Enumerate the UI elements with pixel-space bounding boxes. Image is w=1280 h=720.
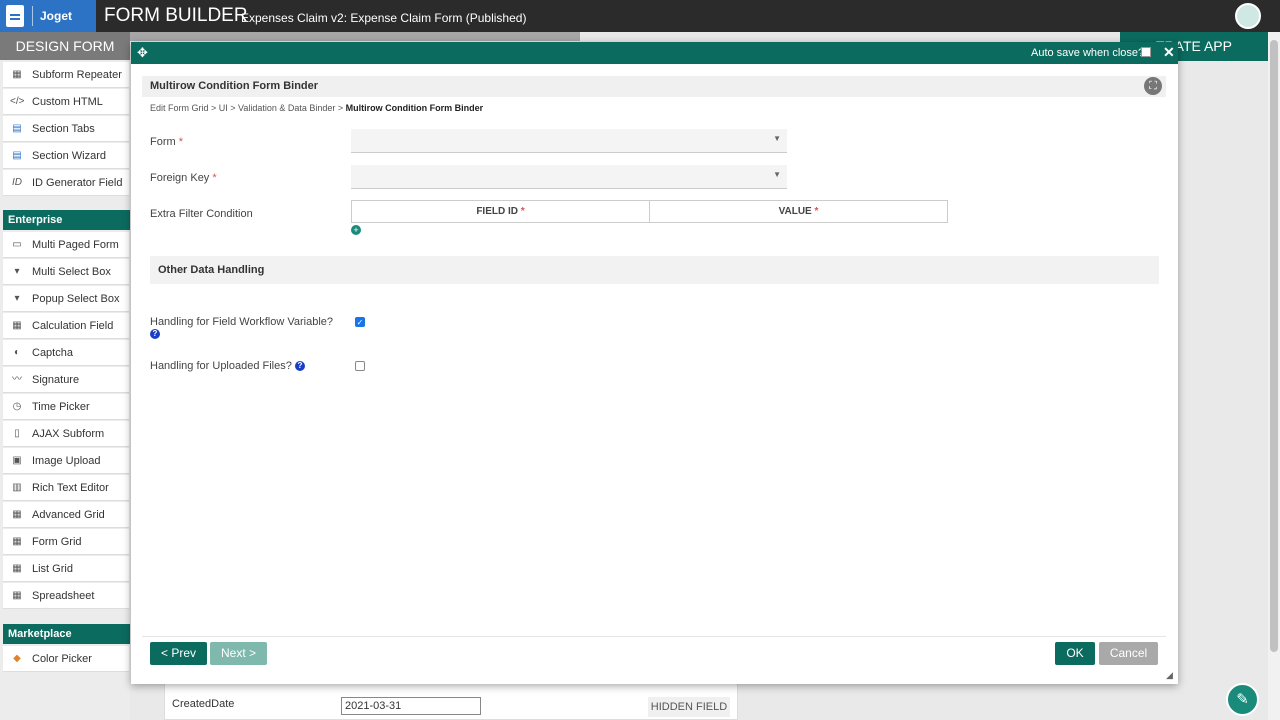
created-date-input[interactable]: 2021-03-31 — [341, 697, 481, 715]
palette-item-time-picker[interactable]: ◷ Time Picker — [3, 394, 129, 420]
palette-sidebar: ▦ Subform Repeater </> Custom HTML ▤ Sectio… — [0, 60, 130, 720]
document-icon — [6, 5, 24, 27]
page-scrollbar[interactable] — [1268, 32, 1280, 720]
palette-item-section-wizard[interactable]: ▤ Section Wizard — [3, 143, 129, 169]
scrollbar-thumb[interactable] — [1270, 40, 1278, 652]
other-data-handling-header: Other Data Handling — [150, 256, 1159, 284]
cancel-button[interactable]: Cancel — [1099, 642, 1158, 665]
add-row-icon[interactable]: + — [351, 225, 361, 235]
file-icon: ▯ — [14, 427, 20, 439]
palette-item-popup-select-box[interactable]: ▾ Popup Select Box — [3, 286, 129, 312]
signature-icon: 〰 — [12, 373, 22, 385]
created-date-label: CreatedDate — [172, 698, 235, 710]
ok-button[interactable]: OK — [1055, 642, 1095, 665]
wf-var-checkbox[interactable]: ✓ — [355, 317, 365, 327]
palette-item-signature[interactable]: 〰 Signature — [3, 367, 129, 393]
palette-item-list-grid[interactable]: ▦ List Grid — [3, 556, 129, 582]
code-icon: </> — [10, 95, 25, 107]
close-icon[interactable]: ✕ — [1163, 44, 1175, 61]
palette-item-multi-paged-form[interactable]: ▭ Multi Paged Form — [3, 232, 129, 258]
extra-filter-label: Extra Filter Condition — [150, 208, 253, 220]
wizard-icon: ▤ — [12, 149, 22, 161]
wf-var-label: Handling for Field Workflow Variable?? — [150, 316, 334, 340]
palette-item-ajax-subform[interactable]: ▯ AJAX Subform — [3, 421, 129, 447]
filter-grid-header: FIELD ID * VALUE * — [351, 200, 948, 223]
layers-icon: ◆ — [13, 652, 21, 664]
popup-icon: ▾ — [14, 292, 20, 304]
app-subtitle: Expenses Claim v2: Expense Claim Form (P… — [241, 11, 527, 25]
palette-item-color-picker[interactable]: ◆ Color Picker — [3, 646, 129, 672]
palette-item-calculation-field[interactable]: ▦ Calculation Field — [3, 313, 129, 339]
grid-col-field-id: FIELD ID * — [476, 206, 525, 217]
uploaded-files-label: Handling for Uploaded Files? ? — [150, 360, 305, 372]
image-icon: ▣ — [12, 454, 22, 466]
dialog-footer-divider — [142, 636, 1166, 637]
panel-title: Multirow Condition Form Binder — [150, 80, 319, 92]
breadcrumb: Edit Form Grid > UI > Validation & Data … — [150, 103, 484, 113]
form-icon: ▭ — [12, 238, 22, 250]
form-select[interactable]: ▼ — [351, 129, 787, 153]
help-icon[interactable]: ? — [294, 361, 305, 372]
grid-icon: ▦ — [12, 535, 22, 547]
fullscreen-icon[interactable]: ⛶ — [1144, 77, 1162, 95]
tabs-icon: ▤ — [12, 122, 22, 134]
edit-pencil-button[interactable]: ✎ — [1226, 683, 1259, 716]
palette-item-rich-text-editor[interactable]: ▥ Rich Text Editor — [3, 475, 129, 501]
panel-header: Multirow Condition Form Binder ⛶ — [142, 76, 1166, 97]
tab-design-form[interactable]: DESIGN FORM — [0, 32, 130, 60]
uploaded-files-checkbox[interactable] — [355, 361, 365, 371]
property-dialog: ✥ Auto save when close? ✕ Multirow Condi… — [131, 42, 1178, 684]
foreign-key-select[interactable]: ▼ — [351, 165, 787, 189]
id-icon: ID — [12, 176, 22, 188]
foreign-key-label: Foreign Key * — [150, 172, 217, 184]
palette-item-form-grid[interactable]: ▦ Form Grid — [3, 529, 129, 555]
grid-icon: ▦ — [12, 508, 22, 520]
user-avatar[interactable] — [1235, 3, 1261, 29]
grid-icon: ▦ — [12, 562, 22, 574]
chevron-down-icon: ▼ — [773, 134, 781, 143]
palette-item-image-upload[interactable]: ▣ Image Upload — [3, 448, 129, 474]
palette-section-marketplace: Marketplace — [3, 624, 130, 644]
palette-item-section-tabs[interactable]: ▤ Section Tabs — [3, 116, 129, 142]
palette-section-enterprise: Enterprise — [3, 210, 130, 230]
editor-icon: ▥ — [12, 481, 22, 493]
chevron-down-icon: ▼ — [773, 170, 781, 179]
app-title: FORM BUILDER — [104, 5, 248, 26]
calculator-icon: ▦ — [12, 319, 22, 331]
dialog-title-bar[interactable]: ✥ Auto save when close? ✕ — [131, 42, 1178, 64]
grid-icon: ▦ — [12, 68, 22, 80]
joget-logo[interactable]: Joget — [0, 0, 96, 32]
hidden-field-badge: HIDDEN FIELD — [648, 697, 730, 717]
palette-item-spreadsheet[interactable]: ▦ Spreadsheet — [3, 583, 129, 609]
brand-name: Joget — [40, 9, 73, 23]
palette-item-custom-html[interactable]: </> Custom HTML — [3, 89, 129, 115]
logo-separator — [32, 6, 33, 26]
shield-icon: ◐ — [13, 346, 21, 358]
clock-icon: ◷ — [12, 400, 22, 412]
grid-icon: ▦ — [12, 589, 22, 601]
pencil-icon: ✎ — [1236, 691, 1249, 708]
move-icon[interactable]: ✥ — [137, 45, 148, 61]
resize-handle-icon[interactable]: ◢ — [1166, 670, 1173, 681]
autosave-label: Auto save when close? — [1031, 47, 1145, 59]
palette-item-multi-select-box[interactable]: ▾ Multi Select Box — [3, 259, 129, 285]
form-label: Form * — [150, 136, 184, 148]
grid-col-value: VALUE * — [649, 201, 947, 222]
next-button[interactable]: Next > — [210, 642, 267, 665]
help-icon[interactable]: ? — [150, 329, 160, 340]
palette-item-captcha[interactable]: ◐ Captcha — [3, 340, 129, 366]
palette-item-advanced-grid[interactable]: ▦ Advanced Grid — [3, 502, 129, 528]
palette-item-subform-repeater[interactable]: ▦ Subform Repeater — [3, 62, 129, 88]
toolbar-strip — [130, 32, 580, 41]
autosave-checkbox[interactable] — [1141, 47, 1151, 57]
palette-item-id-generator[interactable]: ID ID Generator Field — [3, 170, 129, 196]
select-icon: ▾ — [14, 265, 20, 277]
top-bar: Joget FORM BUILDER Expenses Claim v2: Ex… — [0, 0, 1280, 32]
prev-button[interactable]: < Prev — [150, 642, 207, 665]
